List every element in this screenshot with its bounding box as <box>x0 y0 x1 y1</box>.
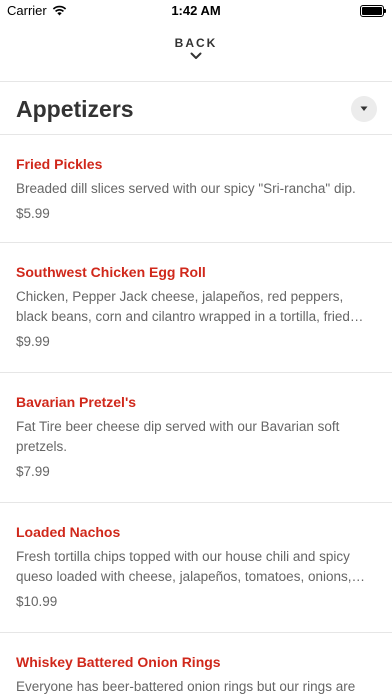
item-price: $10.99 <box>16 594 58 609</box>
chevron-down-icon <box>190 52 202 59</box>
status-time: 1:42 AM <box>171 3 221 18</box>
section-dropdown-button[interactable] <box>351 96 377 122</box>
item-name: Loaded Nachos <box>16 524 121 540</box>
menu-item[interactable]: Bavarian Pretzel's Fat Tire beer cheese … <box>0 373 392 503</box>
item-name: Southwest Chicken Egg Roll <box>16 264 206 280</box>
section-header: Appetizers <box>0 82 392 135</box>
item-description: Breaded dill slices served with our spic… <box>16 181 356 196</box>
item-price: $9.99 <box>16 334 50 349</box>
item-description: Everyone has beer-battered onion rings b… <box>16 679 356 694</box>
back-button[interactable]: BACK <box>0 36 392 72</box>
status-bar: Carrier 1:42 AM <box>0 0 392 22</box>
caret-down-icon <box>360 106 368 111</box>
item-description: Fat Tire beer cheese dip served with our… <box>16 419 340 454</box>
item-description: Chicken, Pepper Jack cheese, jalapeños, … <box>16 289 364 324</box>
back-label: BACK <box>174 36 218 50</box>
menu-item-list: Fried Pickles Breaded dill slices served… <box>0 135 392 696</box>
item-name: Whiskey Battered Onion Rings <box>16 654 221 670</box>
menu-item[interactable]: Whiskey Battered Onion Rings Everyone ha… <box>0 633 392 696</box>
battery-icon <box>360 5 386 17</box>
menu-item[interactable]: Loaded Nachos Fresh tortilla chips toppe… <box>0 503 392 633</box>
item-price: $7.99 <box>16 464 50 479</box>
item-price: $5.99 <box>16 206 50 221</box>
section-title: Appetizers <box>16 96 134 122</box>
item-description: Fresh tortilla chips topped with our hou… <box>16 549 365 584</box>
menu-item[interactable]: Fried Pickles Breaded dill slices served… <box>0 135 392 243</box>
menu-item[interactable]: Southwest Chicken Egg Roll Chicken, Pepp… <box>0 243 392 373</box>
item-name: Bavarian Pretzel's <box>16 394 137 410</box>
item-name: Fried Pickles <box>16 156 103 172</box>
